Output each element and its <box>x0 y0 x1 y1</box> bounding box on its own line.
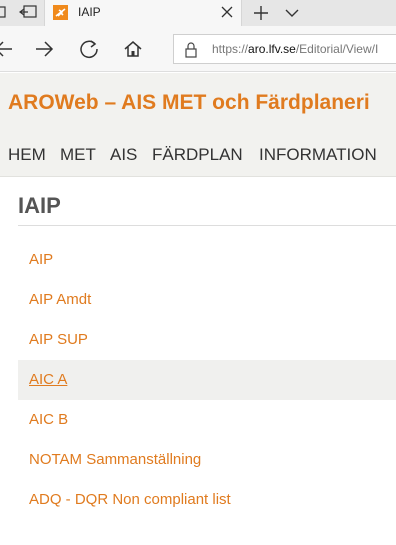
list-item-aip-amdt[interactable]: AIP Amdt <box>18 280 396 320</box>
page-title: IAIP <box>18 193 61 218</box>
link-adq-dqr[interactable]: ADQ - DQR Non compliant list <box>29 491 231 508</box>
link-aic-b[interactable]: AIC B <box>29 411 68 428</box>
tab-title: IAIP <box>78 5 101 19</box>
browser-nav-bar: https://aro.lfv.se/Editorial/View/I <box>0 26 396 72</box>
browser-tab-active[interactable]: IAIP <box>44 0 242 26</box>
tab-preview-icon[interactable] <box>0 5 8 19</box>
site-header: AROWeb – AIS MET och Färdplaneri <box>0 73 396 133</box>
list-item-aic-b[interactable]: AIC B <box>18 400 396 440</box>
nav-item-hem[interactable]: HEM <box>8 145 46 165</box>
set-tabs-aside-icon[interactable] <box>18 5 38 19</box>
link-aip[interactable]: AIP <box>29 251 53 268</box>
link-aip-amdt[interactable]: AIP Amdt <box>29 291 91 308</box>
address-bar[interactable]: https://aro.lfv.se/Editorial/View/I <box>173 34 396 64</box>
home-icon[interactable] <box>122 38 144 60</box>
forward-arrow-icon[interactable] <box>34 38 56 60</box>
list-item-adq-dqr[interactable]: ADQ - DQR Non compliant list <box>18 480 396 520</box>
nav-item-met[interactable]: MET <box>60 145 96 165</box>
airplane-favicon-icon <box>53 5 68 20</box>
list-item-aip[interactable]: AIP <box>18 240 396 280</box>
nav-item-fardplan[interactable]: FÄRDPLAN <box>152 145 243 165</box>
nav-item-information[interactable]: INFORMATION <box>259 145 377 165</box>
title-divider <box>18 225 396 226</box>
link-aic-a[interactable]: AIC A <box>29 371 67 388</box>
lock-icon <box>185 42 197 58</box>
list-item-aic-a[interactable]: AIC A <box>18 360 396 400</box>
list-item-notam[interactable]: NOTAM Sammanställning <box>18 440 396 480</box>
back-arrow-icon[interactable] <box>0 38 14 60</box>
list-item-aip-sup[interactable]: AIP SUP <box>18 320 396 360</box>
nav-item-ais[interactable]: AIS <box>110 145 137 165</box>
browser-tab-bar: IAIP <box>0 0 396 26</box>
refresh-icon[interactable] <box>78 38 100 60</box>
site-title[interactable]: AROWeb – AIS MET och Färdplaneri <box>8 91 370 115</box>
chevron-down-icon[interactable] <box>284 6 300 20</box>
link-notam-sammanstallning[interactable]: NOTAM Sammanställning <box>29 451 201 468</box>
link-aip-sup[interactable]: AIP SUP <box>29 331 88 348</box>
new-tab-icon[interactable] <box>252 4 270 22</box>
main-navigation: HEM MET AIS FÄRDPLAN INFORMATION <box>0 133 396 177</box>
url-text: https://aro.lfv.se/Editorial/View/I <box>212 42 379 56</box>
close-tab-icon[interactable] <box>220 5 234 19</box>
